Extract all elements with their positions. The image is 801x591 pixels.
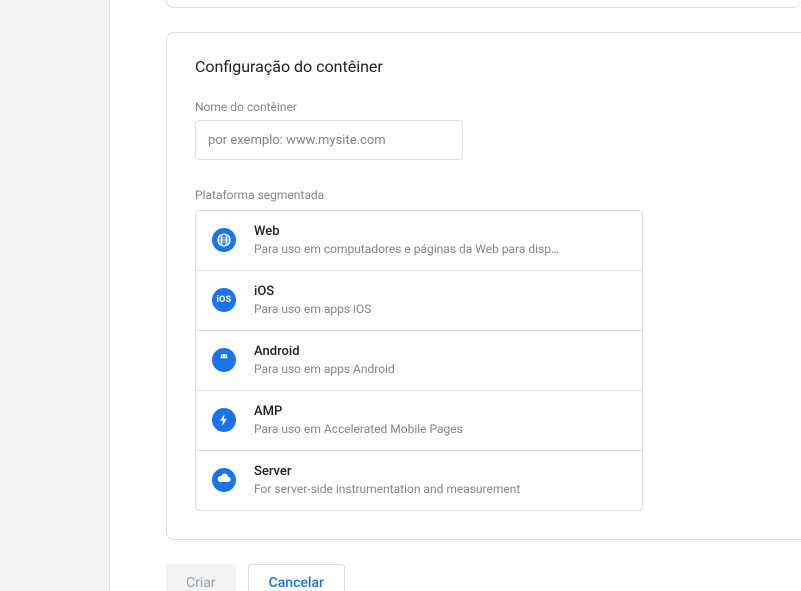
- platform-text: Android Para uso em apps Android: [254, 343, 626, 378]
- platform-option-android[interactable]: Android Para uso em apps Android: [196, 331, 642, 391]
- platform-desc: Para uso em computadores e páginas da We…: [254, 241, 626, 258]
- platform-option-amp[interactable]: AMP Para uso em Accelerated Mobile Pages: [196, 391, 642, 451]
- android-icon: [212, 348, 236, 372]
- platform-option-web[interactable]: Web Para uso em computadores e páginas d…: [196, 211, 642, 271]
- platform-text: iOS Para uso em apps iOS: [254, 283, 626, 318]
- button-row: Criar Cancelar: [166, 564, 801, 591]
- ios-icon: iOS: [212, 288, 236, 312]
- container-name-input[interactable]: [195, 120, 463, 160]
- platform-name: Server: [254, 463, 626, 481]
- create-button[interactable]: Criar: [166, 564, 236, 591]
- platform-name: AMP: [254, 403, 626, 421]
- platform-text: Server For server-side instrumentation a…: [254, 463, 626, 498]
- main-content: Configuração do contêiner Nome do contêi…: [110, 0, 801, 591]
- left-rail: [0, 0, 110, 591]
- platform-text: Web Para uso em computadores e páginas d…: [254, 223, 626, 258]
- platform-option-ios[interactable]: iOS iOS Para uso em apps iOS: [196, 271, 642, 331]
- bolt-icon: [212, 408, 236, 432]
- platform-name: Android: [254, 343, 626, 361]
- platform-desc: For server-side instrumentation and meas…: [254, 481, 626, 498]
- cancel-button[interactable]: Cancelar: [248, 564, 345, 591]
- cloud-icon: [212, 468, 236, 492]
- container-config-card: Configuração do contêiner Nome do contêi…: [166, 32, 801, 540]
- platform-desc: Para uso em Accelerated Mobile Pages: [254, 421, 626, 438]
- platform-desc: Para uso em apps Android: [254, 361, 626, 378]
- platform-name: Web: [254, 223, 626, 241]
- platform-option-server[interactable]: Server For server-side instrumentation a…: [196, 451, 642, 510]
- platform-list: Web Para uso em computadores e páginas d…: [195, 210, 643, 511]
- platform-desc: Para uso em apps iOS: [254, 301, 626, 318]
- container-name-label: Nome do contêiner: [195, 100, 773, 114]
- previous-card-edge: [166, 0, 801, 8]
- platform-name: iOS: [254, 283, 626, 301]
- globe-icon: [212, 228, 236, 252]
- card-title: Configuração do contêiner: [195, 57, 773, 76]
- platform-label: Plataforma segmentada: [195, 188, 773, 202]
- platform-text: AMP Para uso em Accelerated Mobile Pages: [254, 403, 626, 438]
